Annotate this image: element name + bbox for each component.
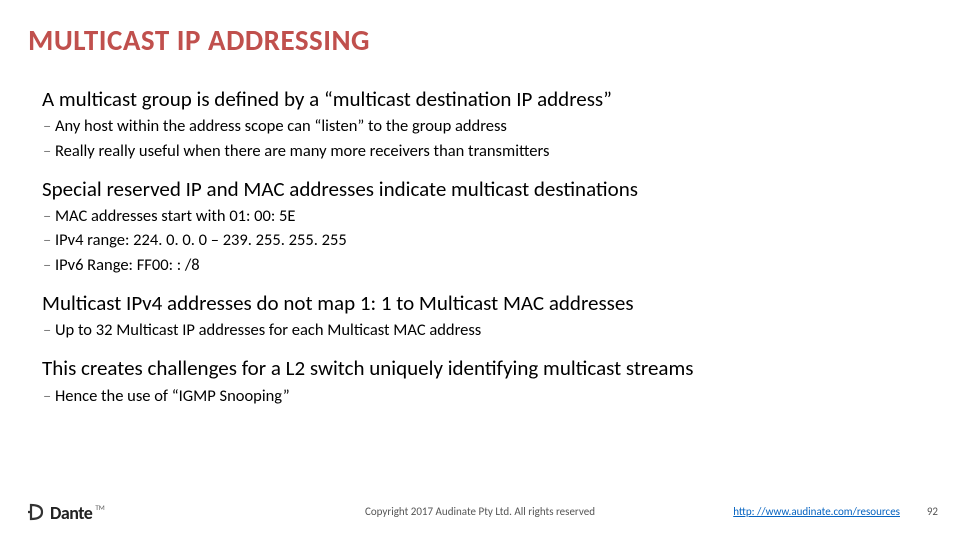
- content-block: Multicast IPv4 addresses do not map 1: 1…: [42, 290, 922, 342]
- slide-content: A multicast group is defined by a “multi…: [42, 86, 922, 421]
- content-block: This creates challenges for a L2 switch …: [42, 355, 922, 407]
- page-number: 92: [927, 505, 938, 518]
- sub-bullet: Any host within the address scope can “l…: [42, 115, 922, 137]
- sub-bullet: IPv6 Range: FF00: : /8: [42, 254, 922, 276]
- sub-bullet: Up to 32 Multicast IP addresses for each…: [42, 319, 922, 341]
- sub-bullet: IPv4 range: 224. 0. 0. 0 – 239. 255. 255…: [42, 229, 922, 251]
- slide-title: MULTICAST IP ADDRESSING: [28, 22, 370, 58]
- lead-text: This creates challenges for a L2 switch …: [42, 355, 922, 382]
- lead-text: Multicast IPv4 addresses do not map 1: 1…: [42, 290, 922, 317]
- slide: MULTICAST IP ADDRESSING A multicast grou…: [0, 0, 960, 540]
- content-block: A multicast group is defined by a “multi…: [42, 86, 922, 162]
- footer: Dante TM Copyright 2017 Audinate Pty Ltd…: [0, 504, 960, 530]
- sub-bullet: Hence the use of “IGMP Snooping”: [42, 385, 922, 407]
- lead-text: Special reserved IP and MAC addresses in…: [42, 176, 922, 203]
- lead-text: A multicast group is defined by a “multi…: [42, 86, 922, 113]
- content-block: Special reserved IP and MAC addresses in…: [42, 176, 922, 276]
- sub-bullet: MAC addresses start with 01: 00: 5E: [42, 205, 922, 227]
- resources-link[interactable]: http: //www.audinate.com/resources: [733, 505, 900, 518]
- sub-bullet: Really really useful when there are many…: [42, 140, 922, 162]
